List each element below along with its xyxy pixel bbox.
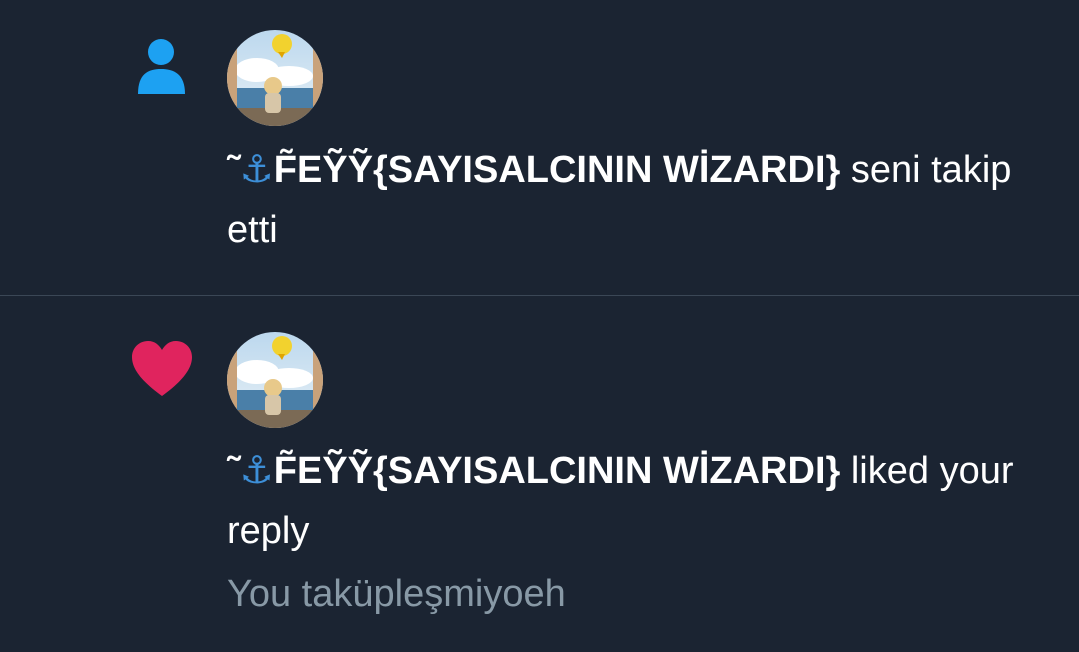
notification-follow[interactable]: ˜⚓F̃EỸỸ{SAYISALCININ WİZARDI} seni takip…: [0, 0, 1079, 295]
reply-context: You taküpleşmiyoeh: [227, 573, 566, 615]
avatar[interactable]: [227, 332, 323, 428]
anchor-icon: ⚓: [239, 450, 274, 492]
user-name[interactable]: ˜⚓F̃EỸỸ{SAYISALCININ WİZARDI}: [227, 450, 840, 492]
notification-like[interactable]: ˜⚓F̃EỸỸ{SAYISALCININ WİZARDI} liked your…: [0, 296, 1079, 652]
user-name[interactable]: ˜⚓F̃EỸỸ{SAYISALCININ WİZARDI}: [227, 149, 840, 191]
avatar[interactable]: [227, 30, 323, 126]
notification-text: ˜⚓F̃EỸỸ{SAYISALCININ WİZARDI} seni takip…: [227, 140, 1027, 260]
person-icon: [138, 39, 185, 94]
anchor-icon: ⚓: [239, 149, 274, 191]
notification-text: ˜⚓F̃EỸỸ{SAYISALCININ WİZARDI} liked your…: [227, 441, 1027, 561]
heart-icon: [132, 341, 192, 396]
